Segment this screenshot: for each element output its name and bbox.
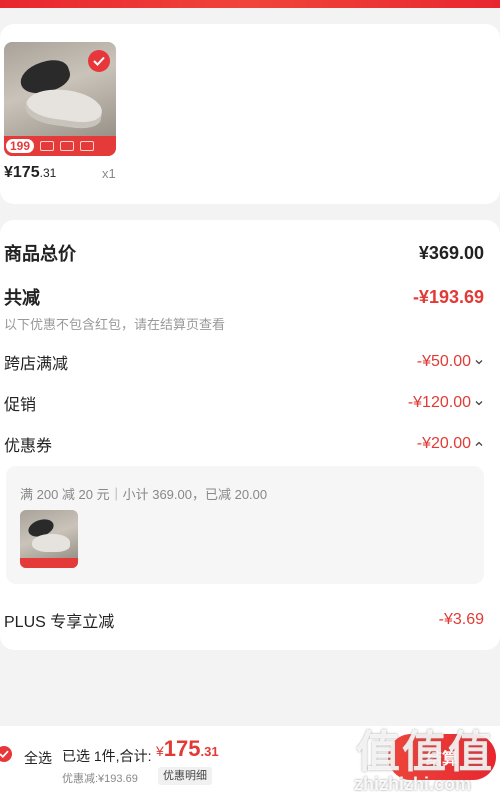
top-accent-bar [0,0,500,8]
chevron-up-icon [475,441,483,446]
select-all-label[interactable]: 全选 [24,748,52,768]
coupon-detail-text: 满 200 减 20 元｜小计 369.00，已减 20.00 [20,487,268,502]
plus-value: -¥3.69 [438,611,484,628]
promotion-label: 促销 [4,397,37,414]
cross-store-label: 跨店满减 [4,356,69,373]
promotion-row[interactable]: 促销 -¥120.00 [4,391,484,415]
discount-note: 以下优惠不包含红包，请在结算页查看 [4,317,226,332]
product-quantity: x1 [102,166,116,181]
total-value: ¥369.00 [418,242,484,263]
discount-label: 共减 [4,288,40,308]
discount-summary-text: 优惠减:¥193.69 [62,773,138,785]
discount-row: 共减 -¥193.69 [4,284,484,310]
product-card: 199 ¥175.31 x1 [0,24,500,204]
coupon-value: -¥20.00 [417,435,484,453]
total-amount: ¥ 175 .31 [156,736,219,761]
plus-label: PLUS 专享立减 [4,614,115,631]
coupon-row[interactable]: 优惠券 -¥20.00 [4,432,484,456]
total-label: 商品总价 [4,244,76,264]
promo-strip: 199 [4,136,116,156]
total-row: 商品总价 ¥369.00 [4,240,484,266]
cross-store-value: -¥50.00 [417,353,484,371]
chevron-down-icon [475,360,483,365]
coupon-label: 优惠券 [4,438,53,455]
promo-cell [60,141,75,151]
coupon-detail-panel: 满 200 减 20 元｜小计 369.00，已减 20.00 [6,466,484,584]
cross-store-row[interactable]: 跨店满减 -¥50.00 [4,350,484,374]
product-price: ¥175.31 [4,164,57,181]
discount-detail-button[interactable]: 优惠明细 [158,767,212,785]
discount-value: -¥193.69 [412,286,484,307]
price-summary-card: 商品总价 ¥369.00 共减 -¥193.69 以下优惠不包含红包，请在结算页… [0,220,500,650]
chevron-down-icon [475,401,483,406]
product-check-icon[interactable] [88,50,110,72]
promo-cell [40,141,55,151]
promotion-value: -¥120.00 [408,394,484,412]
promo-strip [20,558,78,568]
select-all-check-icon[interactable] [0,746,12,762]
promo-price: 199 [6,139,35,153]
coupon-product-thumbnail [20,510,78,568]
plus-row: PLUS 专享立减 -¥3.69 [4,608,484,632]
shoe-light-shape [32,534,70,552]
promo-cell [80,141,95,151]
watermark-url: zhizhizhi.com [354,774,471,794]
selected-count-text: 已选 1件,合计: [62,748,152,764]
